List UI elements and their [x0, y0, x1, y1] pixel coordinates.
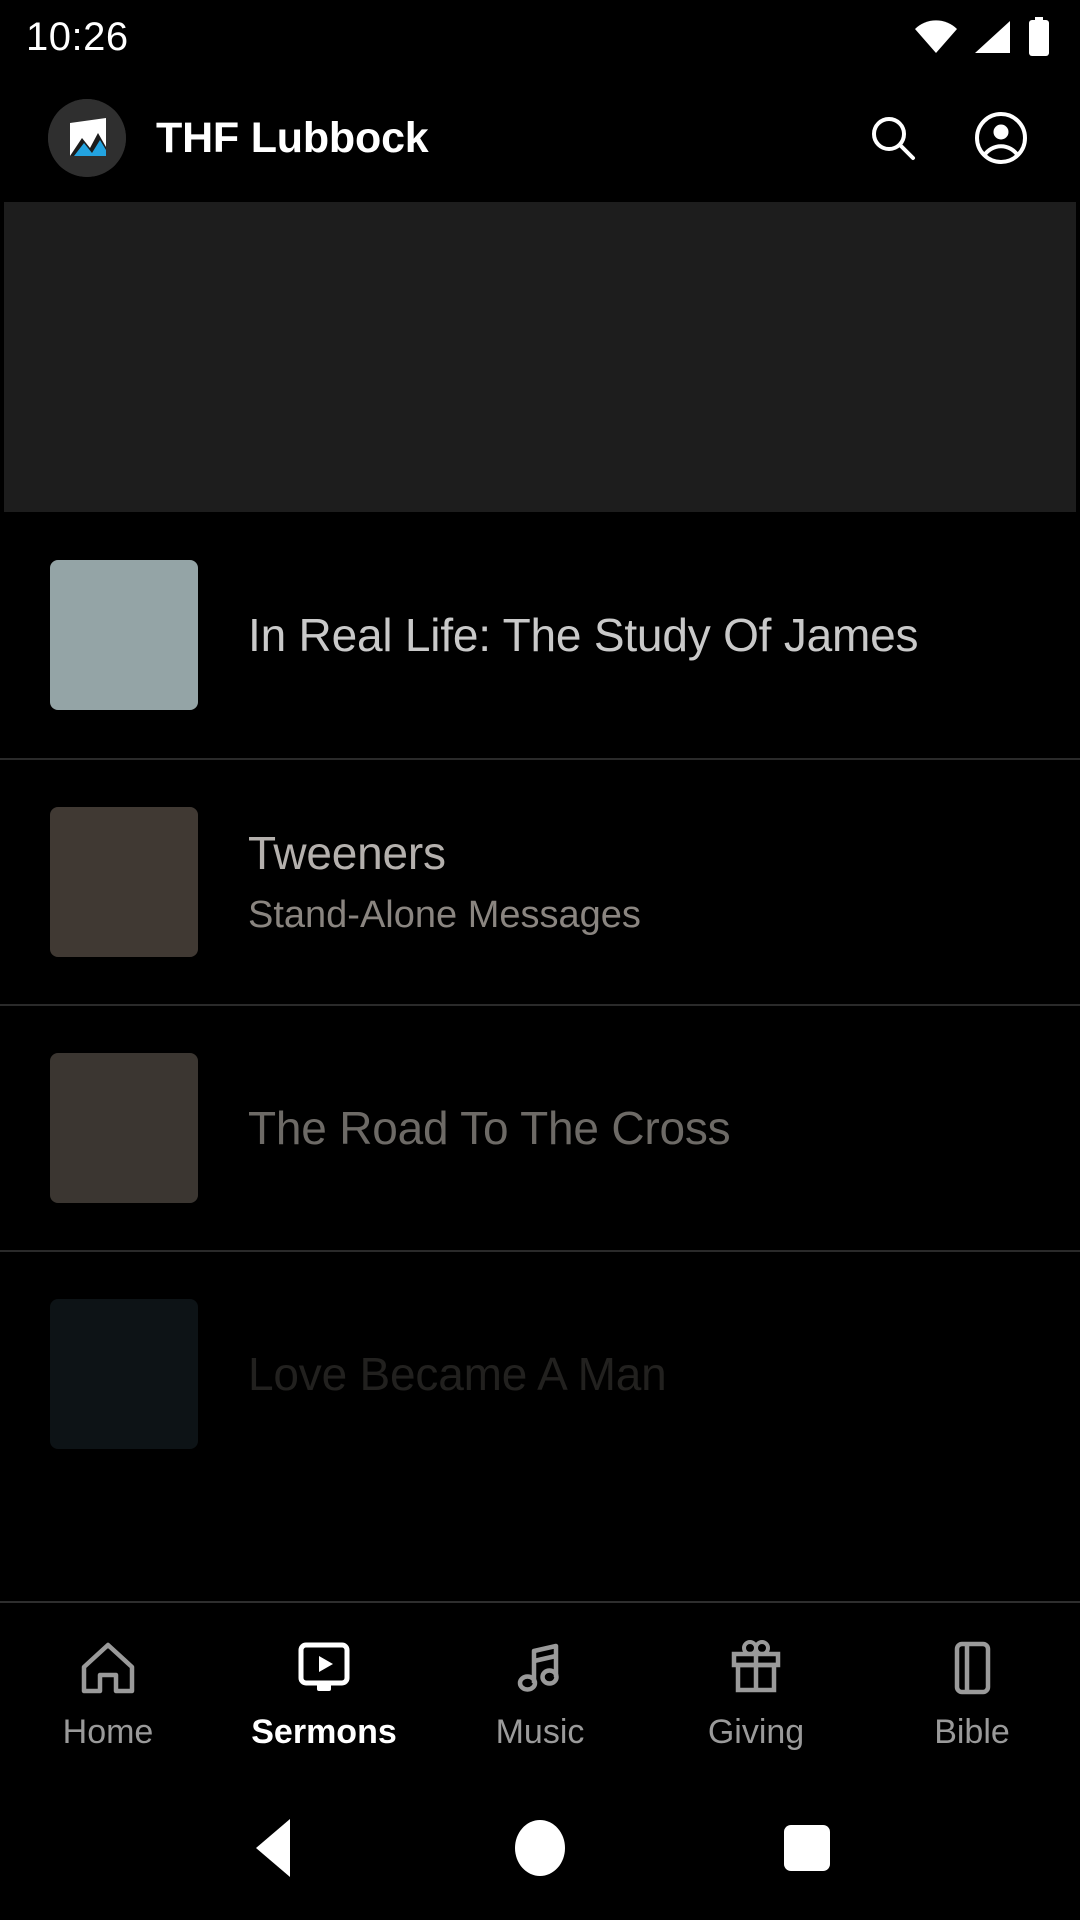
series-title: Love Became A Man [248, 1347, 667, 1400]
series-text: Tweeners Stand-Alone Messages [248, 826, 641, 938]
battery-full-icon [1026, 17, 1052, 57]
status-bar-icons [914, 17, 1052, 57]
tab-label: Music [495, 1712, 585, 1751]
series-thumbnail [50, 1299, 198, 1449]
home-icon [78, 1637, 138, 1699]
book-icon [942, 1637, 1002, 1699]
app-root: 10:26 THF Lubbock In Real Life: The Stud… [0, 0, 1080, 1920]
account-circle-icon [973, 110, 1029, 166]
gift-icon [726, 1637, 786, 1699]
sermon-series-list: In Real Life: The Study Of James Tweener… [0, 512, 1080, 1601]
recents-button[interactable] [762, 1803, 852, 1893]
app-title: THF Lubbock [156, 113, 429, 162]
back-triangle-icon [256, 1819, 291, 1877]
tab-home[interactable]: Home [0, 1603, 216, 1776]
app-bar: THF Lubbock [0, 74, 1080, 202]
tab-label: Sermons [251, 1712, 397, 1751]
tab-music[interactable]: Music [432, 1603, 648, 1776]
bottom-tab-bar: Home Sermons Music Giving Bible [0, 1601, 1080, 1776]
tab-bible[interactable]: Bible [864, 1603, 1080, 1776]
wifi-icon [914, 20, 958, 54]
app-brand: THF Lubbock [48, 99, 862, 177]
series-title: The Road To The Cross [248, 1101, 731, 1154]
series-thumbnail [50, 807, 198, 957]
tab-label: Giving [707, 1712, 805, 1751]
search-button[interactable] [862, 107, 924, 169]
search-icon [865, 110, 921, 166]
series-thumbnail [50, 560, 198, 710]
list-item[interactable]: In Real Life: The Study Of James [0, 512, 1080, 758]
series-text: Love Became A Man [248, 1347, 667, 1401]
app-bar-actions [862, 107, 1050, 169]
series-text: In Real Life: The Study Of James [248, 608, 919, 662]
series-title: Tweeners [248, 827, 446, 880]
status-bar: 10:26 [0, 0, 1080, 74]
tab-giving[interactable]: Giving [648, 1603, 864, 1776]
list-item[interactable]: The Road To The Cross [0, 1004, 1080, 1250]
music-note-icon [510, 1637, 570, 1699]
recents-square-icon [783, 1825, 830, 1871]
series-text: The Road To The Cross [248, 1101, 731, 1155]
mountain-logo-icon [48, 99, 126, 177]
featured-banner[interactable] [4, 202, 1076, 512]
cellular-signal-icon [972, 20, 1012, 54]
home-circle-icon [514, 1820, 565, 1876]
back-button[interactable] [228, 1803, 318, 1893]
tab-label: Home [62, 1712, 154, 1751]
list-item[interactable]: Love Became A Man [0, 1250, 1080, 1496]
tab-label: Bible [934, 1712, 1010, 1751]
series-title: In Real Life: The Study Of James [248, 608, 919, 661]
android-nav-bar [0, 1776, 1080, 1920]
tab-sermons[interactable]: Sermons [216, 1603, 432, 1776]
list-item[interactable]: Tweeners Stand-Alone Messages [0, 758, 1080, 1004]
sermons-video-icon [294, 1637, 354, 1699]
series-thumbnail [50, 1053, 198, 1203]
series-subtitle: Stand-Alone Messages [248, 894, 641, 937]
home-button[interactable] [495, 1803, 585, 1893]
account-button[interactable] [970, 107, 1032, 169]
status-bar-clock: 10:26 [26, 15, 129, 59]
